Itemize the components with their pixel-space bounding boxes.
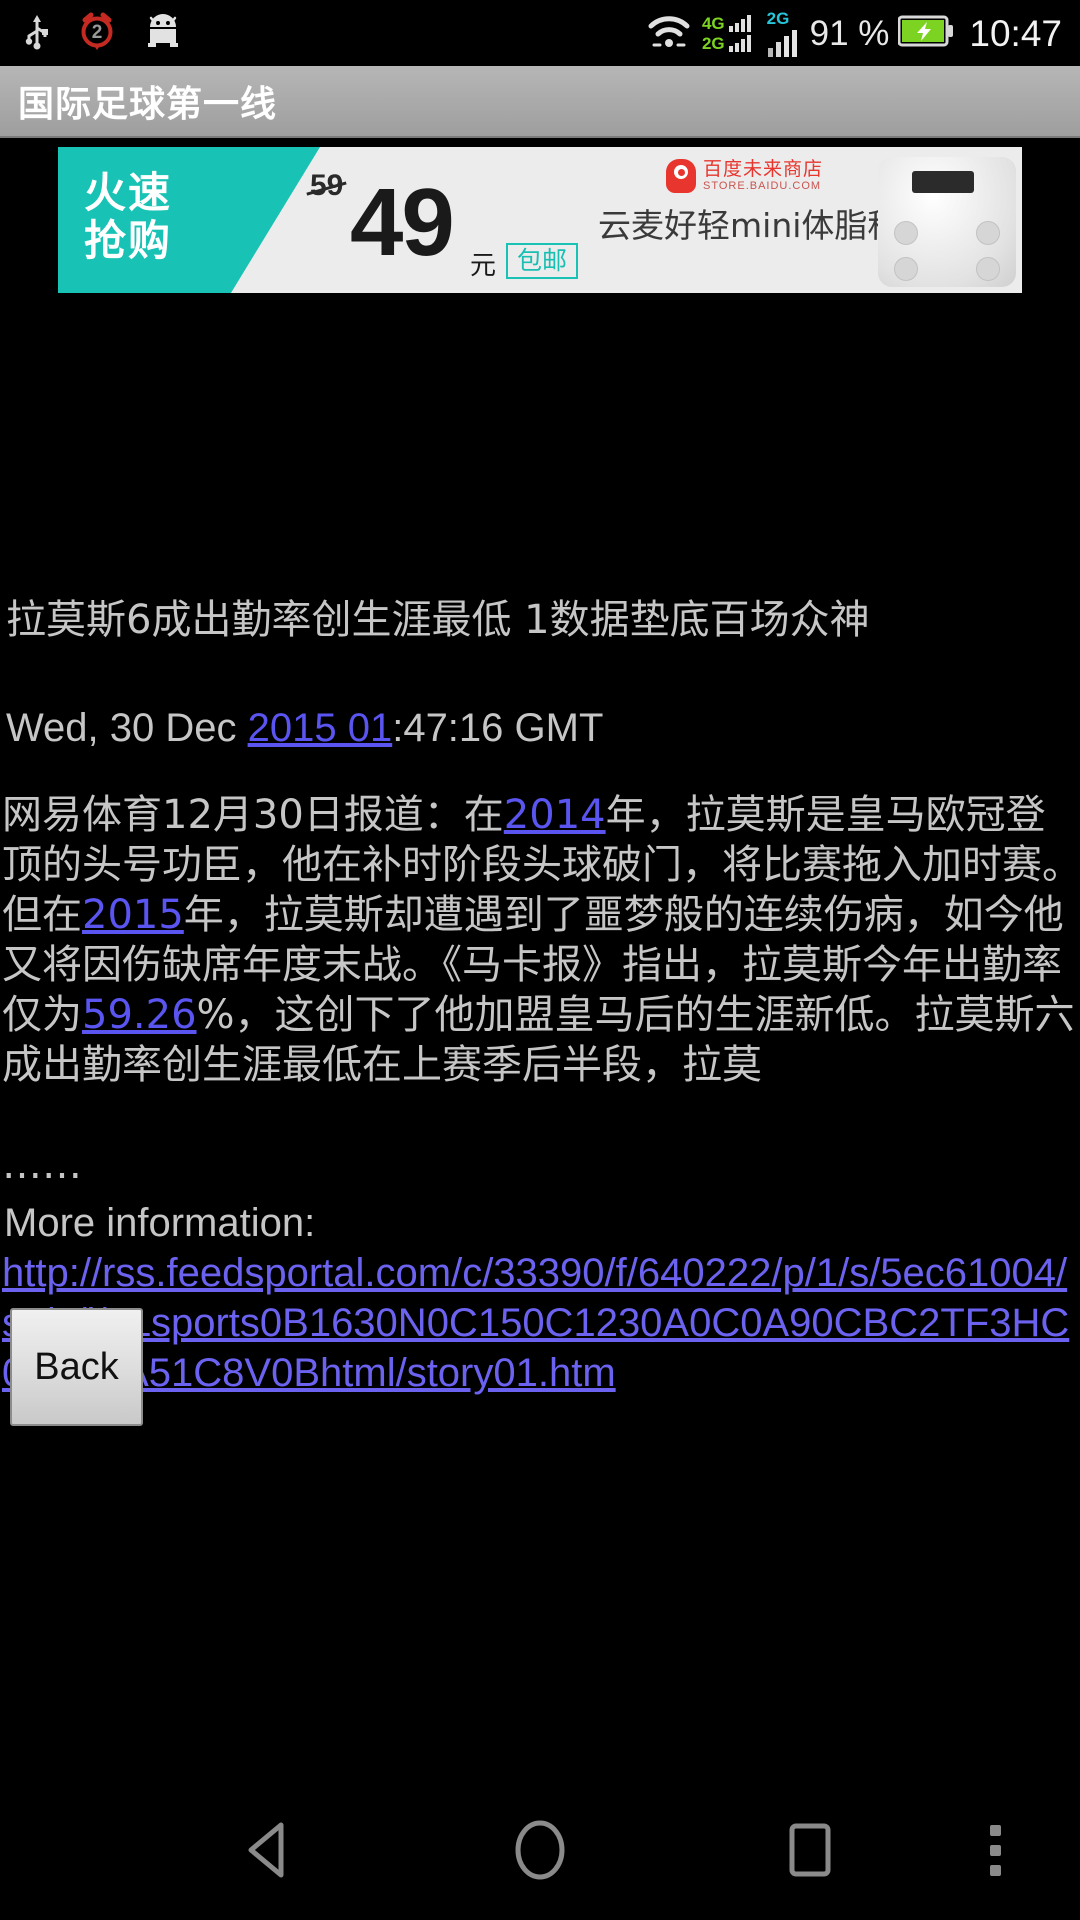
nav-recent-apps-button[interactable] xyxy=(710,1780,910,1920)
body-segment-1: 网易体育12月30日报道：在 xyxy=(2,792,504,838)
date-link[interactable]: 2015 01 xyxy=(248,706,393,750)
battery-percentage: 91 % xyxy=(809,13,890,53)
sim1-signal-icon: 4G 2G xyxy=(702,14,754,52)
ad-original-price: 59 xyxy=(310,169,344,202)
network-type-2g-secondary-label: 2G xyxy=(766,8,790,28)
ad-flash-sale-line2: 抢购 xyxy=(84,216,173,265)
system-navigation-bar xyxy=(0,1780,1080,1920)
network-type-2g-label: 2G xyxy=(701,34,725,53)
app-title-bar: 国际足球第一线 xyxy=(0,66,1080,138)
alarm-clock-icon: 2 xyxy=(78,11,116,56)
overflow-menu-dot xyxy=(989,1844,1001,1856)
article-source-url-container: http://rss.feedsportal.com/c/33390/f/640… xyxy=(0,1248,1080,1398)
body-year-link-2014[interactable]: 2014 xyxy=(504,792,606,838)
android-robot-icon xyxy=(142,13,184,54)
baidu-bear-icon xyxy=(666,159,696,193)
article-content-area: 火速 抢购 59 49 元 包邮 云麦好轻mini体脂秤 百度未来商店 STOR… xyxy=(0,140,1080,1780)
scale-display-icon xyxy=(912,171,974,193)
scale-sensor-dot xyxy=(894,221,918,245)
status-bar-left-icons: 2 xyxy=(22,11,184,56)
article-publish-date: Wed, 30 Dec 2015 01:47:16 GMT xyxy=(0,702,1080,754)
scale-sensor-dot xyxy=(976,221,1000,245)
back-button[interactable]: Back xyxy=(10,1308,143,1426)
article-source-url-link[interactable]: http://rss.feedsportal.com/c/33390/f/640… xyxy=(2,1251,1069,1395)
ad-product-image-scale xyxy=(878,157,1016,287)
ad-free-shipping-badge: 包邮 xyxy=(506,243,579,280)
status-bar-clock: 10:47 xyxy=(969,12,1062,54)
body-year-link-2015[interactable]: 2015 xyxy=(82,892,184,938)
ad-currency-unit: 元 xyxy=(470,251,497,281)
usb-icon xyxy=(22,11,52,56)
scale-sensor-dot xyxy=(894,257,918,281)
alarm-count-badge: 2 xyxy=(91,21,103,43)
nav-back-button[interactable] xyxy=(170,1780,370,1920)
advertisement-banner[interactable]: 火速 抢购 59 49 元 包邮 云麦好轻mini体脂秤 百度未来商店 STOR… xyxy=(58,147,1022,293)
date-suffix-text: :47:16 GMT xyxy=(392,706,604,750)
nav-home-button[interactable] xyxy=(440,1780,640,1920)
status-bar-right-icons: 4G 2G 2G 91 % 10:47 xyxy=(645,10,1062,57)
article-body-text: 网易体育12月30日报道：在2014年，拉莫斯是皇马欧冠登顶的头号功臣，他在补时… xyxy=(0,790,1080,1190)
overflow-menu-dot xyxy=(989,1824,1001,1836)
article-headline: 拉莫斯6成出勤率创生涯最低 1数据垫底百场众神 xyxy=(6,597,870,643)
battery-charging-icon xyxy=(897,14,954,53)
ad-product-name: 云麦好轻mini体脂秤 xyxy=(598,206,901,245)
body-ellipsis: …… xyxy=(2,1142,82,1188)
app-title: 国际足球第一线 xyxy=(18,84,278,125)
scale-sensor-dot xyxy=(976,257,1000,281)
ad-flash-sale-line1: 火速 xyxy=(84,168,173,217)
overflow-menu-dot xyxy=(989,1864,1001,1876)
nav-overflow-menu-button[interactable] xyxy=(950,1780,1040,1920)
recents-square-icon xyxy=(789,1823,831,1877)
ad-store-name-en: STORE.BAIDU.COM xyxy=(703,180,822,193)
ad-flash-sale-text: 火速 抢购 xyxy=(84,169,172,265)
ad-sale-price: 49 xyxy=(350,169,455,276)
back-triangle-icon xyxy=(248,1822,284,1878)
more-information-label: More information: xyxy=(4,1201,316,1245)
network-type-4g-label: 4G xyxy=(701,14,725,33)
status-bar: 2 4G 2G 2G 91 % 10:47 xyxy=(0,0,1080,66)
date-prefix-text: Wed, 30 Dec xyxy=(6,706,248,750)
home-circle-icon xyxy=(515,1820,565,1880)
baidu-store-logo: 百度未来商店 STORE.BAIDU.COM xyxy=(666,158,824,193)
body-number-link-5926[interactable]: 59.26 xyxy=(82,992,197,1038)
sim2-signal-icon: 2G xyxy=(767,10,801,57)
wifi-icon xyxy=(645,11,693,56)
ad-store-name-cn: 百度未来商店 xyxy=(703,158,824,181)
